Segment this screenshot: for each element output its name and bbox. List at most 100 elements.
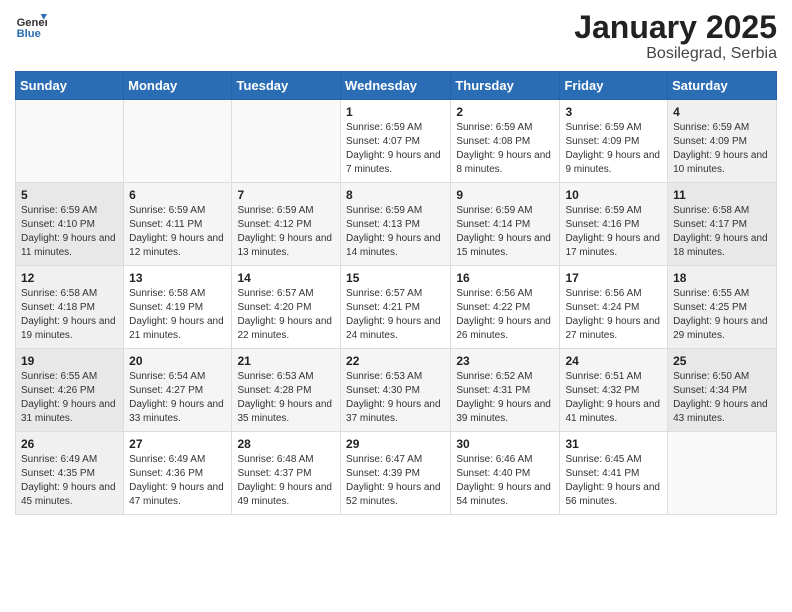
calendar-week-row: 5 Sunrise: 6:59 AM Sunset: 4:10 PM Daylig… <box>16 183 777 266</box>
day-info: Sunrise: 6:59 AM Sunset: 4:16 PM Dayligh… <box>565 204 662 260</box>
calendar-cell: 18 Sunrise: 6:55 AM Sunset: 4:25 PM Dayli… <box>668 266 777 349</box>
calendar-cell <box>232 100 341 183</box>
calendar-header-monday: Monday <box>124 72 232 100</box>
calendar-cell: 1 Sunrise: 6:59 AM Sunset: 4:07 PM Daylig… <box>341 100 451 183</box>
day-info: Sunrise: 6:52 AM Sunset: 4:31 PM Dayligh… <box>456 370 554 426</box>
subtitle: Bosilegrad, Serbia <box>574 45 777 63</box>
calendar-cell: 23Sunrise: 6:52 AM Sunset: 4:31 PM Dayli… <box>451 349 560 432</box>
day-number: 28 <box>237 437 335 451</box>
day-number: 11 <box>673 188 771 202</box>
day-info: Sunrise: 6:59 AM Sunset: 4:14 PM Dayligh… <box>456 204 554 260</box>
day-number: 13 <box>129 271 226 285</box>
day-info: Sunrise: 6:59 AM Sunset: 4:11 PM Dayligh… <box>129 204 226 260</box>
day-info: Sunrise: 6:59 AM Sunset: 4:12 PM Dayligh… <box>237 204 335 260</box>
calendar-cell: 2 Sunrise: 6:59 AM Sunset: 4:08 PM Daylig… <box>451 100 560 183</box>
day-info: Sunrise: 6:51 AM Sunset: 4:32 PM Dayligh… <box>565 370 662 426</box>
calendar-cell <box>668 432 777 515</box>
calendar-cell: 8 Sunrise: 6:59 AM Sunset: 4:13 PM Daylig… <box>341 183 451 266</box>
calendar-cell: 7 Sunrise: 6:59 AM Sunset: 4:12 PM Daylig… <box>232 183 341 266</box>
calendar-header-friday: Friday <box>560 72 668 100</box>
day-number: 18 <box>673 271 771 285</box>
day-number: 26 <box>21 437 118 451</box>
calendar-cell: 30Sunrise: 6:46 AM Sunset: 4:40 PM Dayli… <box>451 432 560 515</box>
calendar-week-row: 26Sunrise: 6:49 AM Sunset: 4:35 PM Dayli… <box>16 432 777 515</box>
day-number: 9 <box>456 188 554 202</box>
calendar-week-row: 19Sunrise: 6:55 AM Sunset: 4:26 PM Dayli… <box>16 349 777 432</box>
calendar-cell: 16 Sunrise: 6:56 AM Sunset: 4:22 PM Dayli… <box>451 266 560 349</box>
calendar-week-row: 1 Sunrise: 6:59 AM Sunset: 4:07 PM Daylig… <box>16 100 777 183</box>
day-info: Sunrise: 6:58 AM Sunset: 4:17 PM Dayligh… <box>673 204 771 260</box>
calendar-cell: 28 Sunrise: 6:48 AM Sunset: 4:37 PM Dayli… <box>232 432 341 515</box>
title-area: January 2025 Bosilegrad, Serbia <box>574 10 777 63</box>
day-info: Sunrise: 6:58 AM Sunset: 4:19 PM Dayligh… <box>129 287 226 343</box>
day-number: 1 <box>346 105 445 119</box>
calendar-cell: 24Sunrise: 6:51 AM Sunset: 4:32 PM Dayli… <box>560 349 668 432</box>
logo: General Blue <box>15 10 47 42</box>
calendar-cell <box>16 100 124 183</box>
day-info: Sunrise: 6:57 AM Sunset: 4:20 PM Dayligh… <box>237 287 335 343</box>
day-info: Sunrise: 6:48 AM Sunset: 4:37 PM Dayligh… <box>237 453 335 509</box>
day-number: 17 <box>565 271 662 285</box>
day-number: 21 <box>237 354 335 368</box>
day-number: 8 <box>346 188 445 202</box>
day-info: Sunrise: 6:53 AM Sunset: 4:30 PM Dayligh… <box>346 370 445 426</box>
day-info: Sunrise: 6:47 AM Sunset: 4:39 PM Dayligh… <box>346 453 445 509</box>
day-number: 12 <box>21 271 118 285</box>
day-info: Sunrise: 6:59 AM Sunset: 4:10 PM Dayligh… <box>21 204 118 260</box>
logo-icon: General Blue <box>15 10 47 42</box>
calendar-header-row: SundayMondayTuesdayWednesdayThursdayFrid… <box>16 72 777 100</box>
day-info: Sunrise: 6:45 AM Sunset: 4:41 PM Dayligh… <box>565 453 662 509</box>
calendar-cell: 20Sunrise: 6:54 AM Sunset: 4:27 PM Dayli… <box>124 349 232 432</box>
day-number: 22 <box>346 354 445 368</box>
calendar-cell: 31 Sunrise: 6:45 AM Sunset: 4:41 PM Dayli… <box>560 432 668 515</box>
day-info: Sunrise: 6:56 AM Sunset: 4:22 PM Dayligh… <box>456 287 554 343</box>
day-info: Sunrise: 6:59 AM Sunset: 4:07 PM Dayligh… <box>346 121 445 177</box>
day-info: Sunrise: 6:57 AM Sunset: 4:21 PM Dayligh… <box>346 287 445 343</box>
calendar-cell: 13 Sunrise: 6:58 AM Sunset: 4:19 PM Dayli… <box>124 266 232 349</box>
calendar-cell: 9 Sunrise: 6:59 AM Sunset: 4:14 PM Daylig… <box>451 183 560 266</box>
day-number: 2 <box>456 105 554 119</box>
day-number: 29 <box>346 437 445 451</box>
calendar-cell: 22 Sunrise: 6:53 AM Sunset: 4:30 PM Dayli… <box>341 349 451 432</box>
day-info: Sunrise: 6:59 AM Sunset: 4:13 PM Dayligh… <box>346 204 445 260</box>
calendar-header-thursday: Thursday <box>451 72 560 100</box>
day-info: Sunrise: 6:50 AM Sunset: 4:34 PM Dayligh… <box>673 370 771 426</box>
day-number: 16 <box>456 271 554 285</box>
day-info: Sunrise: 6:59 AM Sunset: 4:09 PM Dayligh… <box>565 121 662 177</box>
day-number: 7 <box>237 188 335 202</box>
day-info: Sunrise: 6:46 AM Sunset: 4:40 PM Dayligh… <box>456 453 554 509</box>
day-number: 31 <box>565 437 662 451</box>
day-info: Sunrise: 6:55 AM Sunset: 4:25 PM Dayligh… <box>673 287 771 343</box>
day-number: 20 <box>129 354 226 368</box>
calendar-cell: 15 Sunrise: 6:57 AM Sunset: 4:21 PM Dayli… <box>341 266 451 349</box>
calendar-cell: 4Sunrise: 6:59 AM Sunset: 4:09 PM Daylig… <box>668 100 777 183</box>
calendar-week-row: 12 Sunrise: 6:58 AM Sunset: 4:18 PM Dayli… <box>16 266 777 349</box>
calendar-cell: 21 Sunrise: 6:53 AM Sunset: 4:28 PM Dayli… <box>232 349 341 432</box>
header: General Blue January 2025 Bosilegrad, Se… <box>15 10 777 63</box>
calendar-cell: 25 Sunrise: 6:50 AM Sunset: 4:34 PM Dayli… <box>668 349 777 432</box>
day-info: Sunrise: 6:59 AM Sunset: 4:08 PM Dayligh… <box>456 121 554 177</box>
day-number: 15 <box>346 271 445 285</box>
calendar-table: SundayMondayTuesdayWednesdayThursdayFrid… <box>15 71 777 515</box>
calendar-cell: 10 Sunrise: 6:59 AM Sunset: 4:16 PM Dayli… <box>560 183 668 266</box>
calendar-cell: 19Sunrise: 6:55 AM Sunset: 4:26 PM Dayli… <box>16 349 124 432</box>
calendar-cell: 26Sunrise: 6:49 AM Sunset: 4:35 PM Dayli… <box>16 432 124 515</box>
main-title: January 2025 <box>574 10 777 45</box>
day-number: 5 <box>21 188 118 202</box>
day-number: 14 <box>237 271 335 285</box>
page: General Blue January 2025 Bosilegrad, Se… <box>0 0 792 530</box>
day-number: 6 <box>129 188 226 202</box>
day-info: Sunrise: 6:53 AM Sunset: 4:28 PM Dayligh… <box>237 370 335 426</box>
calendar-header-sunday: Sunday <box>16 72 124 100</box>
calendar-cell: 11 Sunrise: 6:58 AM Sunset: 4:17 PM Dayli… <box>668 183 777 266</box>
day-number: 10 <box>565 188 662 202</box>
calendar-header-saturday: Saturday <box>668 72 777 100</box>
day-number: 27 <box>129 437 226 451</box>
day-info: Sunrise: 6:59 AM Sunset: 4:09 PM Dayligh… <box>673 121 771 177</box>
day-number: 25 <box>673 354 771 368</box>
svg-text:General: General <box>17 17 47 29</box>
day-info: Sunrise: 6:58 AM Sunset: 4:18 PM Dayligh… <box>21 287 118 343</box>
day-number: 19 <box>21 354 118 368</box>
calendar-cell: 17Sunrise: 6:56 AM Sunset: 4:24 PM Dayli… <box>560 266 668 349</box>
calendar-header-tuesday: Tuesday <box>232 72 341 100</box>
